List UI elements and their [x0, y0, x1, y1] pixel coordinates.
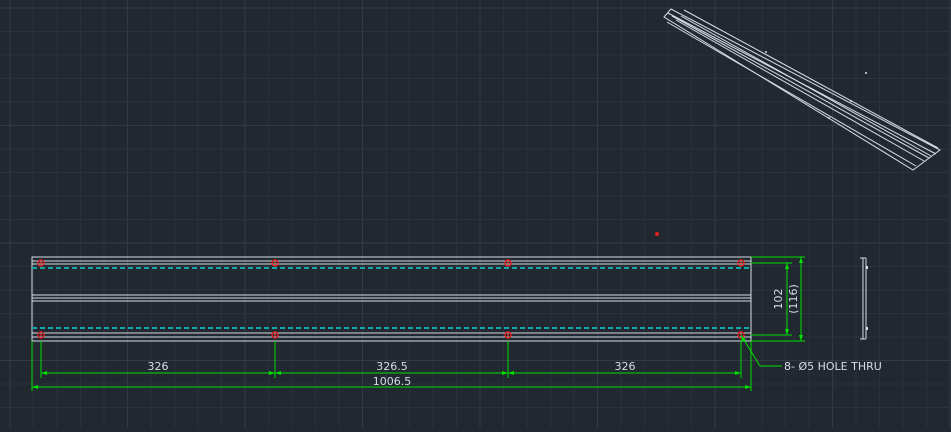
- side-view: [860, 257, 868, 340]
- hole-center: [507, 334, 509, 336]
- dim-arrow: [508, 371, 514, 375]
- plan-view: [31, 256, 752, 342]
- dim-arrow: [502, 371, 508, 375]
- iso-rail: [675, 19, 925, 162]
- dim-text-span-1: 326: [148, 360, 169, 373]
- iso-edge: [671, 15, 930, 159]
- hole-center: [40, 334, 42, 336]
- iso-hole: [828, 117, 830, 119]
- hole-center: [507, 262, 509, 264]
- vertical-dimensions: 102 (116): [751, 256, 805, 342]
- dim-text-overall: 1006.5: [373, 375, 412, 388]
- dim-arrow: [269, 371, 275, 375]
- hole-callout-text: 8- Ø5 HOLE THRU: [784, 360, 882, 373]
- iso-rail: [666, 21, 917, 167]
- side-lip: [866, 266, 868, 269]
- iso-hole: [765, 51, 767, 53]
- dim-text-span-2: 326.5: [376, 360, 408, 373]
- dim-arrow: [41, 371, 47, 375]
- cad-drawing: 326 326.5 326 1006.5 102 (116) 8- Ø5 HOL…: [0, 0, 951, 428]
- iso-rail: [680, 15, 932, 157]
- isometric-view: [663, 8, 941, 171]
- dim-arrow: [799, 335, 803, 341]
- snap-point: [655, 232, 659, 236]
- dim-arrow: [275, 371, 281, 375]
- iso-hole: [865, 72, 867, 74]
- dim-text-height-inner: 102: [772, 289, 785, 310]
- hole-markers: [37, 259, 745, 339]
- hole-center: [740, 262, 742, 264]
- hole-center: [274, 262, 276, 264]
- dim-arrow: [745, 385, 751, 389]
- side-lip: [866, 327, 868, 330]
- hole-center: [40, 262, 42, 264]
- dim-text-span-3: 326: [615, 360, 636, 373]
- cad-canvas[interactable]: 326 326.5 326 1006.5 102 (116) 8- Ø5 HOL…: [0, 0, 951, 428]
- dim-text-height-outer: (116): [787, 284, 800, 314]
- dim-arrow: [32, 385, 38, 389]
- iso-hole: [850, 100, 852, 102]
- dim-arrow: [799, 257, 803, 263]
- hole-center: [274, 334, 276, 336]
